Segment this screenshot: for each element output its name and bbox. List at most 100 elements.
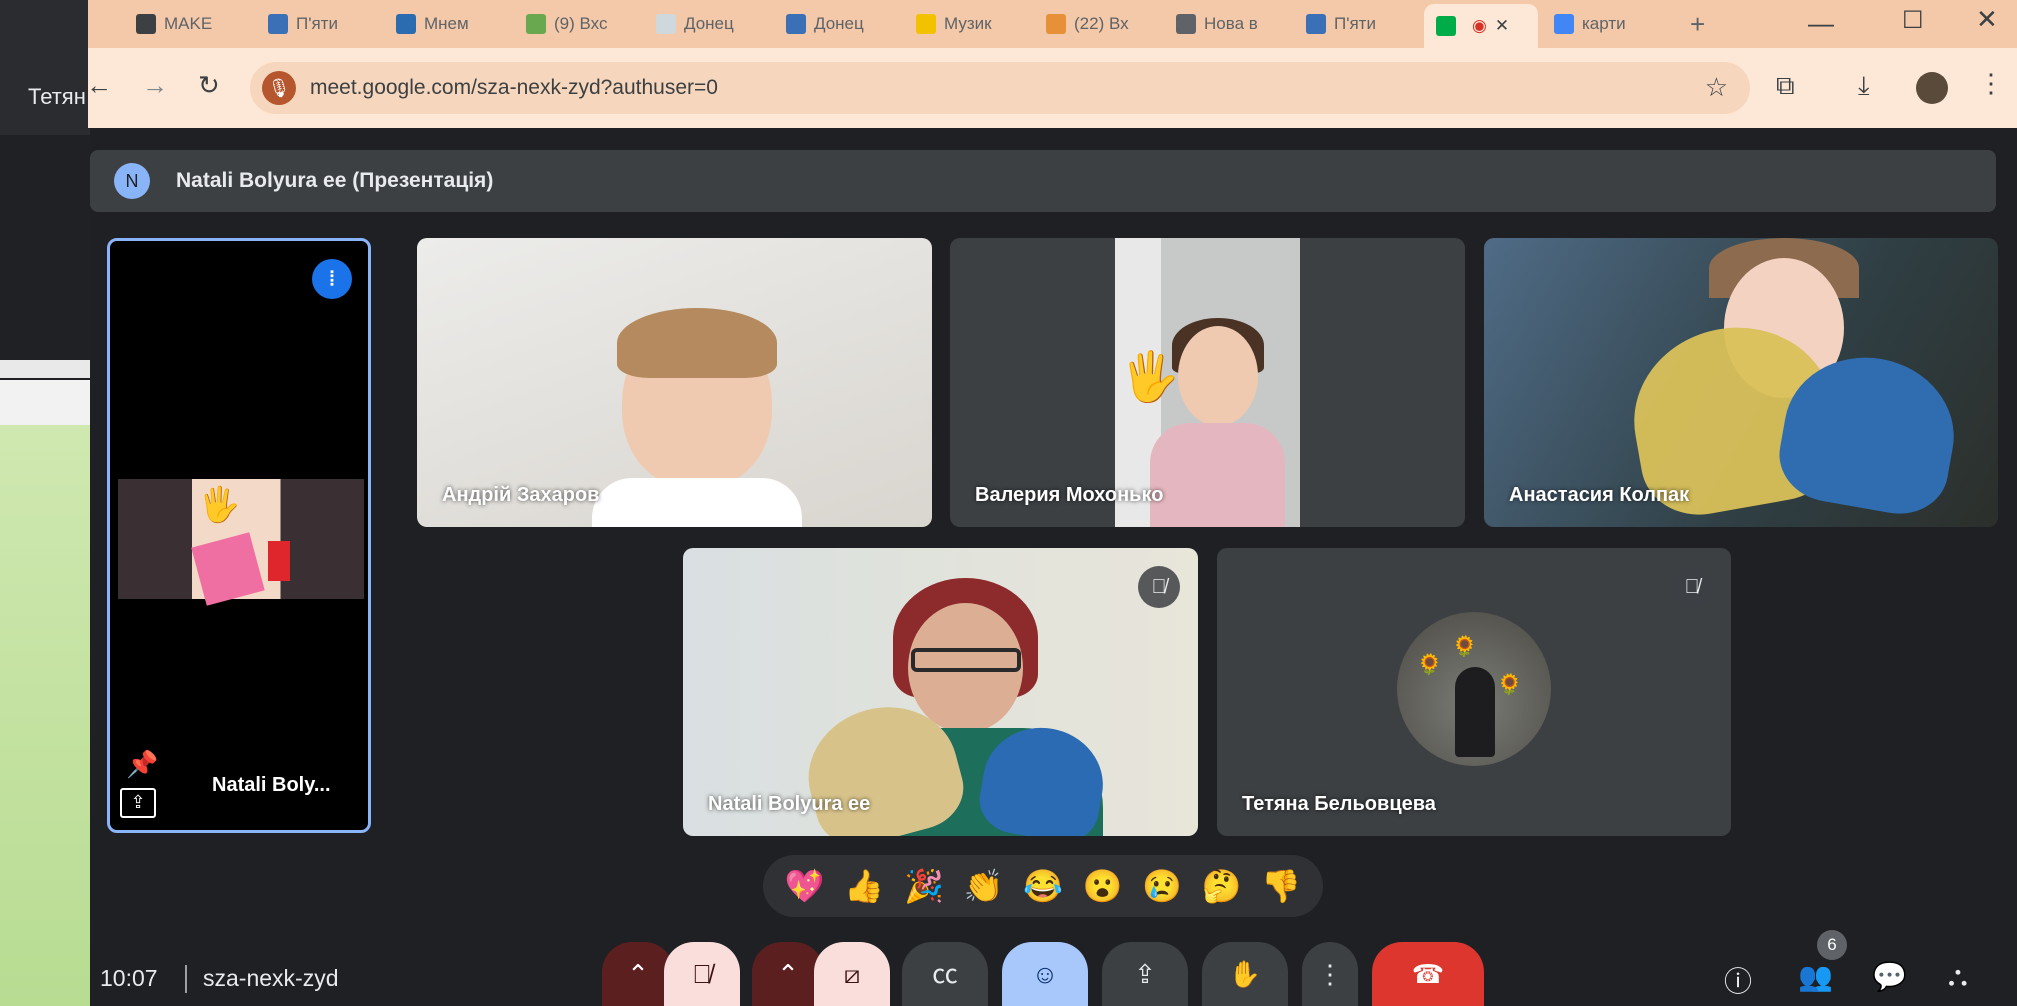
tab-favicon-icon xyxy=(786,14,806,34)
participant-tile-tetiana[interactable]: 🌻 🌻 🌻 🎙̸ Тетяна Бельовцева xyxy=(1217,548,1731,836)
sunflower-icon: 🌻 xyxy=(1417,654,1442,676)
people-icon[interactable]: 👥 xyxy=(1798,960,1833,993)
background-window-content xyxy=(0,425,90,1006)
browser-tab[interactable]: Донец xyxy=(786,6,886,42)
people-count-badge: 6 xyxy=(1817,930,1847,960)
tab-favicon-icon xyxy=(916,14,936,34)
avatar-person xyxy=(1455,667,1495,757)
reaction-laugh-button[interactable]: 😂 xyxy=(1023,867,1063,905)
browser-tab[interactable]: Нова в xyxy=(1176,6,1280,42)
reactions-bar: 💖 👍 🎉 👏 😂 😮 😢 🤔 👎 xyxy=(763,855,1323,917)
browser-tab[interactable]: Донец xyxy=(656,6,758,42)
participant-name: Анастасия Колпак xyxy=(1509,484,1690,506)
close-tab-icon[interactable]: ✕ xyxy=(1495,16,1509,36)
tab-label: MAKE xyxy=(164,14,213,33)
captions-button[interactable]: ㏄ xyxy=(902,942,988,1006)
tab-favicon-icon xyxy=(396,14,416,34)
tab-favicon-icon xyxy=(1176,14,1196,34)
back-icon[interactable]: ← xyxy=(86,70,112,101)
reaction-clap-button[interactable]: 👏 xyxy=(963,867,1003,905)
tab-label: Донец xyxy=(814,14,864,33)
pin-icon[interactable]: 📌 xyxy=(126,749,158,780)
browser-tab[interactable]: П'яти xyxy=(268,6,373,42)
participant-name: Валерия Мохонько xyxy=(975,484,1164,506)
tab-label: (22) Вх xyxy=(1074,14,1129,33)
meeting-info-icon[interactable]: ⓘ xyxy=(1724,960,1752,1000)
close-window-icon[interactable]: ✕ xyxy=(1976,4,1998,35)
mic-site-icon[interactable]: 🎙 xyxy=(262,71,296,105)
download-icon[interactable]: ⤓ xyxy=(1858,70,1870,102)
presenter-avatar: N xyxy=(114,163,150,199)
browser-menu-icon[interactable]: ⋮ xyxy=(1978,68,2004,99)
new-tab-button[interactable]: + xyxy=(1690,6,1720,42)
reaction-thinking-button[interactable]: 🤔 xyxy=(1202,867,1242,905)
browser-tab[interactable]: (22) Вх xyxy=(1046,6,1150,42)
end-call-button[interactable]: ☎ xyxy=(1372,942,1484,1006)
tab-favicon-icon xyxy=(1046,14,1066,34)
tab-label: Музик xyxy=(944,14,992,33)
tab-favicon-icon xyxy=(1306,14,1326,34)
maximize-icon[interactable]: ☐ xyxy=(1902,6,1924,35)
address-bar[interactable]: 🎙 meet.google.com/sza-nexk-zyd?authuser=… xyxy=(250,62,1750,114)
tab-label: (9) Вхс xyxy=(554,14,608,33)
chat-icon[interactable]: 💬 xyxy=(1872,960,1907,993)
bookmark-star-icon[interactable]: ☆ xyxy=(1705,72,1728,103)
emoji-reactions-button[interactable]: ☺ xyxy=(1002,942,1088,1006)
reload-icon[interactable]: ↻ xyxy=(198,70,220,101)
present-screen-icon[interactable]: ⇪ xyxy=(120,788,156,818)
self-presentation-tile[interactable]: ⦙ 🖐 📌 ⇪ Natali Boly... xyxy=(107,238,371,833)
meeting-time: 10:07 xyxy=(100,965,158,991)
browser-tab[interactable]: ◉ ✕ xyxy=(1424,4,1538,48)
url-text[interactable]: meet.google.com/sza-nexk-zyd?authuser=0 xyxy=(310,76,718,100)
participant-video-dress xyxy=(1150,423,1285,527)
tab-favicon-icon xyxy=(526,14,546,34)
participant-tile-valeria[interactable]: 🖐 Валерия Мохонько xyxy=(950,238,1465,527)
minimize-icon[interactable]: — xyxy=(1808,8,1834,39)
tab-label: Донец xyxy=(684,14,734,33)
background-window-bar xyxy=(0,360,90,378)
presentation-title: Natali Bolyura ee (Презентація) xyxy=(176,169,494,192)
self-tile-name: Natali Boly... xyxy=(212,774,331,796)
browser-tab[interactable]: Музик xyxy=(916,6,1018,42)
present-now-button[interactable]: ⇪ xyxy=(1102,942,1188,1006)
reaction-thumbs-up-button[interactable]: 👍 xyxy=(844,867,884,905)
extensions-icon[interactable]: ⧉ xyxy=(1776,70,1795,102)
reaction-party-button[interactable]: 🎉 xyxy=(904,867,944,905)
tab-label: П'яти xyxy=(296,14,338,33)
participant-video-glasses xyxy=(911,648,1021,672)
microphone-off-button[interactable]: 🎙̸ xyxy=(664,942,740,1006)
tab-label: карти xyxy=(1582,14,1626,33)
browser-tab[interactable]: карти xyxy=(1554,6,1664,42)
camera-off-button[interactable]: ⧄ xyxy=(814,942,890,1006)
background-window-title: Тетян xyxy=(28,84,86,109)
raise-hand-button[interactable]: ✋ xyxy=(1202,942,1288,1006)
presentation-header[interactable]: N Natali Bolyura ee (Презентація) xyxy=(90,150,1996,212)
participant-tile-anastasia[interactable]: Анастасия Колпак xyxy=(1484,238,1998,527)
participant-name: Natali Bolyura ee xyxy=(708,793,871,815)
reaction-sad-button[interactable]: 😢 xyxy=(1142,867,1182,905)
mic-off-icon: 🎙̸ xyxy=(1138,566,1180,608)
activities-icon[interactable]: ⛬ xyxy=(1948,960,1968,993)
hand-image: 🖐 xyxy=(198,486,241,524)
participant-name: Андрій Захаров xyxy=(442,484,600,506)
forward-icon[interactable]: → xyxy=(142,70,168,101)
browser-tab[interactable]: Мнем xyxy=(396,6,490,42)
browser-tab[interactable]: MAKE xyxy=(136,6,246,42)
tab-favicon-icon xyxy=(656,14,676,34)
recording-indicator-icon: ◉ xyxy=(1472,16,1487,35)
reaction-thumbs-down-button[interactable]: 👎 xyxy=(1261,867,1301,905)
reaction-heart-button[interactable]: 💖 xyxy=(785,867,825,905)
tab-favicon-icon xyxy=(136,14,156,34)
browser-tab[interactable]: (9) Вхс xyxy=(526,6,634,42)
participant-tile-natali[interactable]: 🎙̸ Natali Bolyura ee xyxy=(683,548,1198,836)
background-window-toolbar xyxy=(0,380,90,425)
background-window: Тетян xyxy=(0,0,90,1006)
participant-tile-andrii[interactable]: Андрій Захаров xyxy=(417,238,932,527)
more-options-button[interactable]: ⋮ xyxy=(1302,942,1358,1006)
profile-avatar[interactable] xyxy=(1916,72,1948,104)
tab-favicon-icon xyxy=(1436,16,1456,36)
reaction-surprised-button[interactable]: 😮 xyxy=(1083,867,1123,905)
browser-tab[interactable]: П'яти xyxy=(1306,6,1408,42)
sunflower-icon: 🌻 xyxy=(1452,636,1477,658)
tab-label: Нова в xyxy=(1204,14,1258,33)
